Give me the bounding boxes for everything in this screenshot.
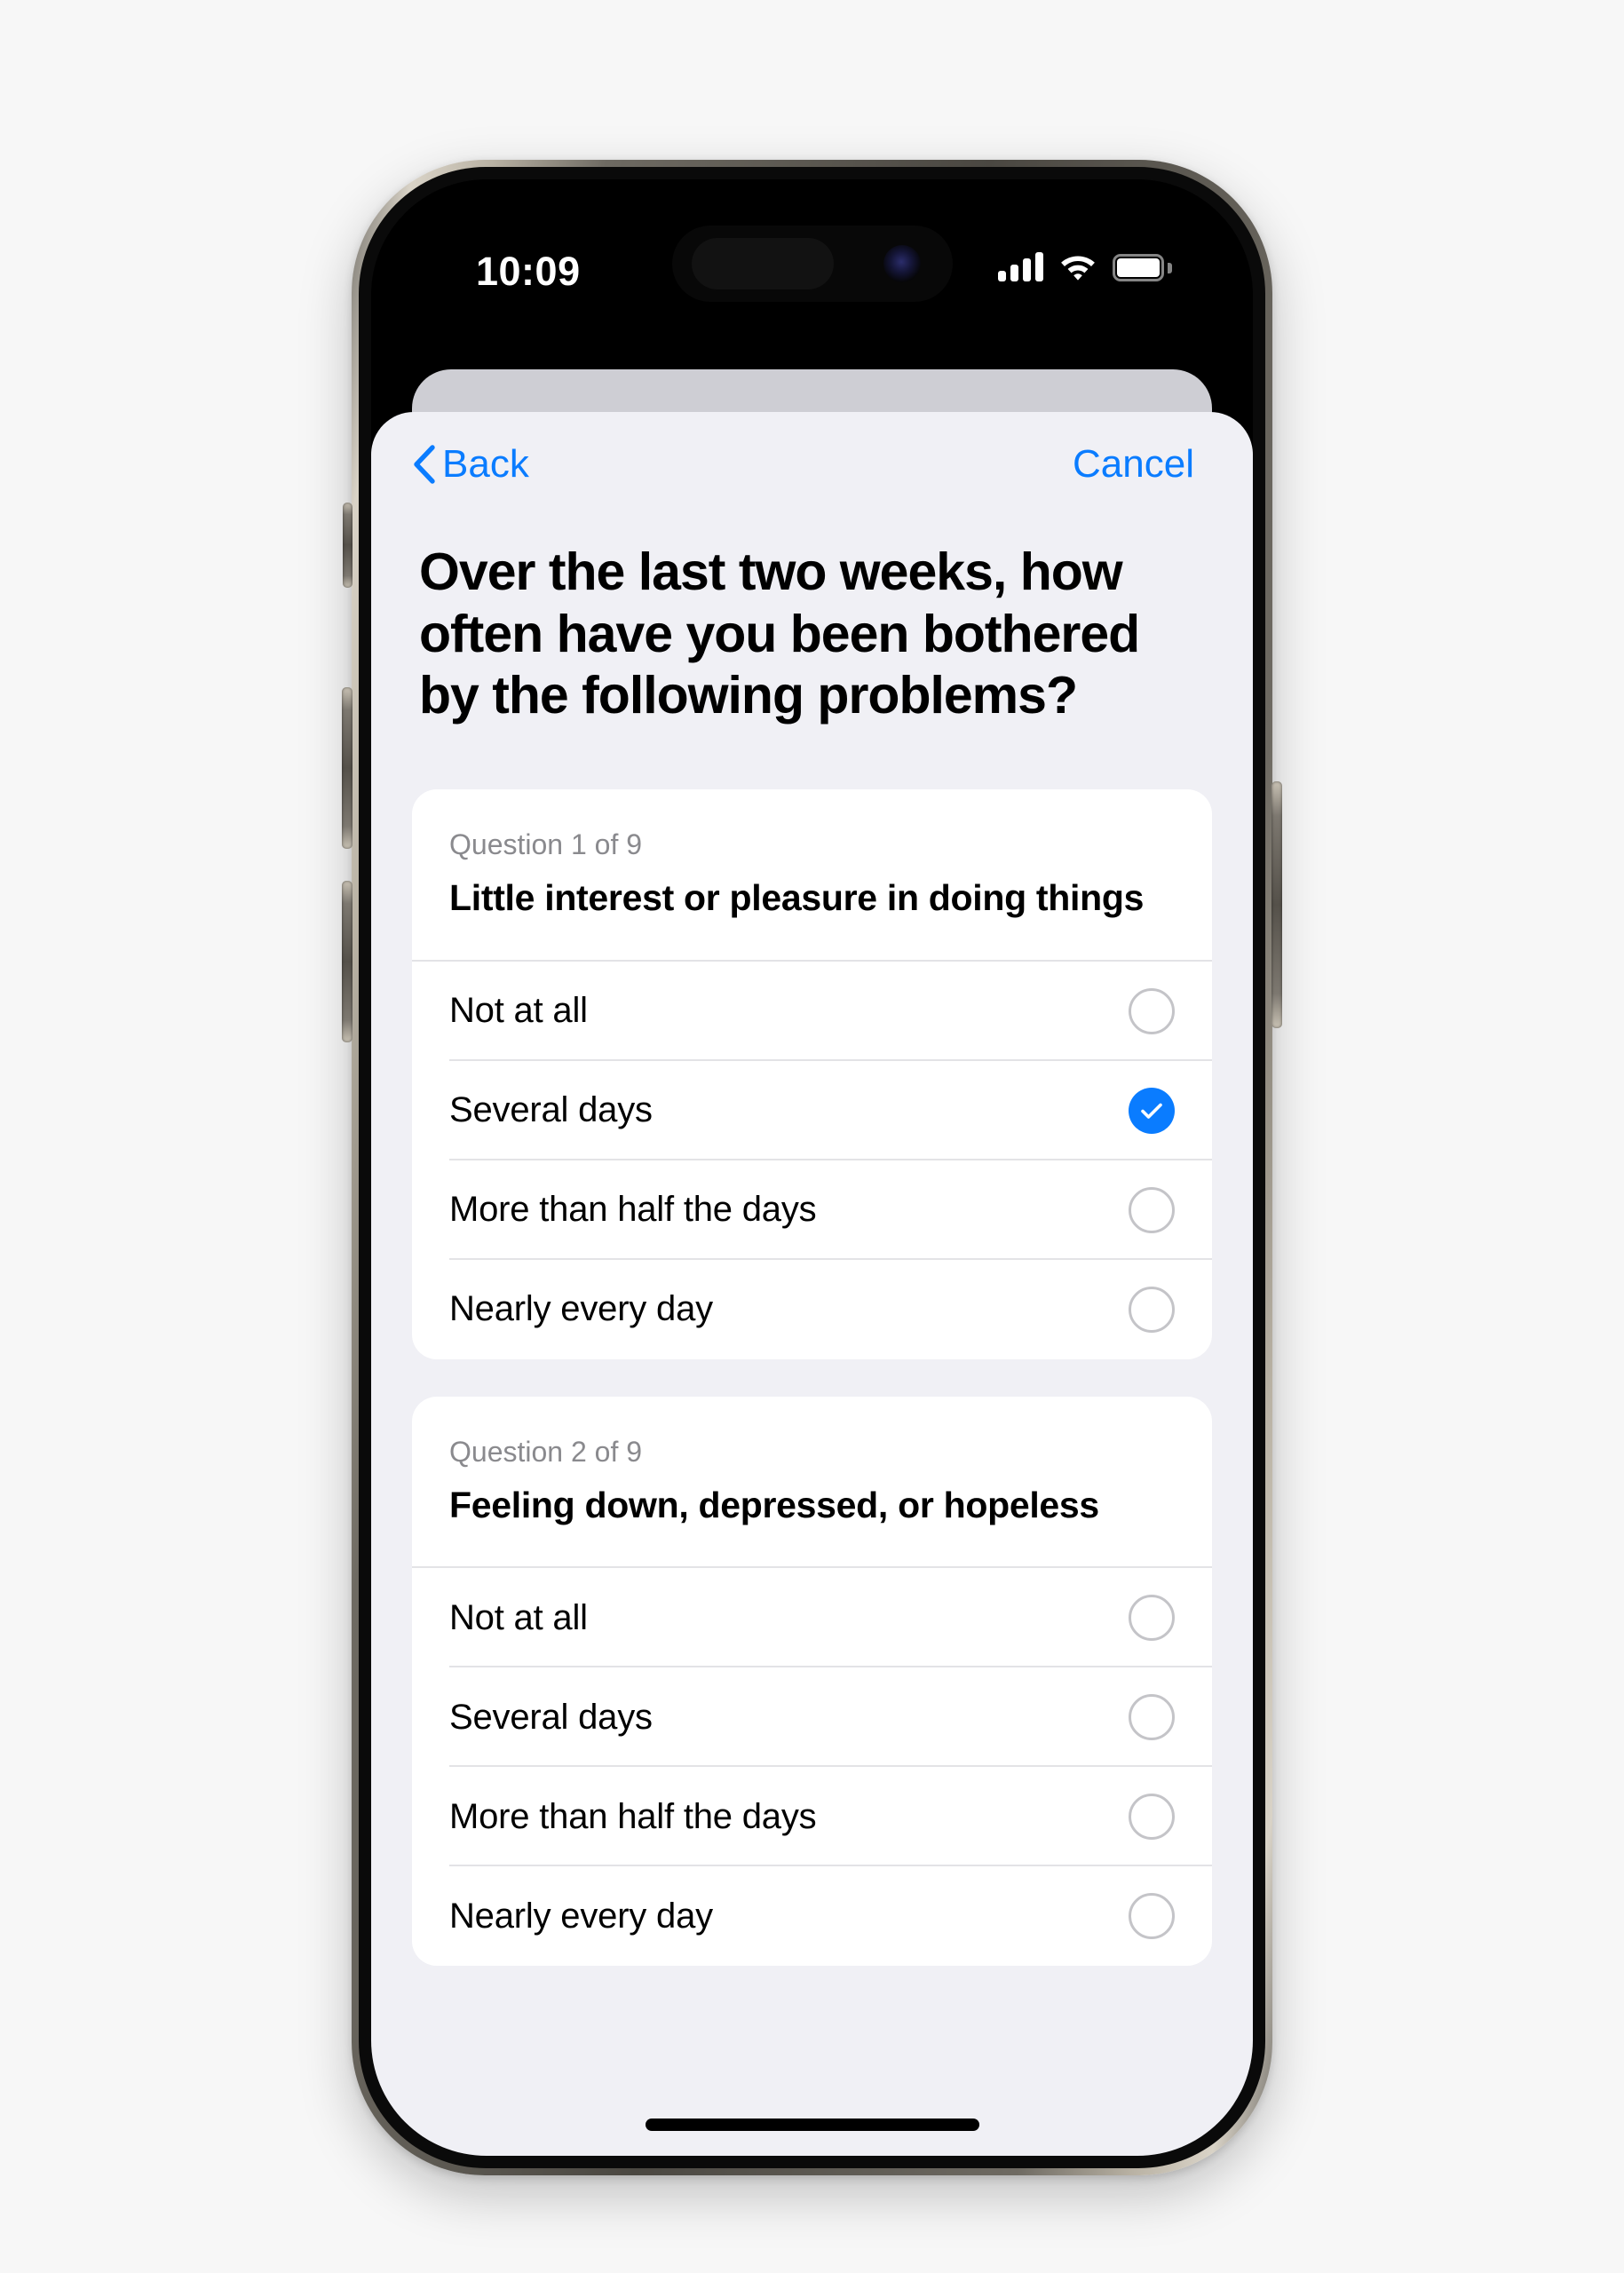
phone-bezel: 10:09 Back Cancel Over the last two week…	[359, 167, 1265, 2168]
radio-unchecked-icon[interactable]	[1129, 987, 1175, 1034]
volume-down-button[interactable]	[342, 881, 353, 1042]
questionnaire-sheet: Back Cancel Over the last two weeks, how…	[371, 412, 1253, 2156]
radio-checked-icon[interactable]	[1129, 1087, 1175, 1134]
answer-option-row[interactable]: Several days	[412, 1061, 1212, 1160]
answer-option-label: Nearly every day	[449, 1896, 713, 1936]
phone-screen: 10:09 Back Cancel Over the last two week…	[371, 179, 1253, 2156]
question-card: Question 2 of 9 Feeling down, depressed, …	[412, 1396, 1212, 1967]
radio-unchecked-icon[interactable]	[1129, 1893, 1175, 1940]
navigation-bar: Back Cancel	[371, 412, 1253, 517]
answer-option-row[interactable]: Nearly every day	[412, 1260, 1212, 1359]
question-counter: Question 2 of 9	[449, 1435, 643, 1468]
page-title: Over the last two weeks, how often have …	[419, 543, 1140, 725]
question-text: Little interest or pleasure in doing thi…	[449, 876, 1145, 918]
volume-up-button[interactable]	[342, 687, 353, 849]
answer-option-row[interactable]: More than half the days	[412, 1160, 1212, 1260]
answer-option-label: Several days	[449, 1697, 653, 1737]
question-header: Question 2 of 9 Feeling down, depressed, …	[412, 1397, 1212, 1567]
answer-option-label: More than half the days	[449, 1190, 817, 1230]
status-bar-indicators	[998, 252, 1172, 281]
iphone-device-frame: 10:09 Back Cancel Over the last two week…	[342, 160, 1282, 2175]
radio-unchecked-icon[interactable]	[1129, 1286, 1175, 1333]
answer-option-row[interactable]: More than half the days	[412, 1767, 1212, 1867]
question-header: Question 1 of 9 Little interest or pleasu…	[412, 789, 1212, 960]
radio-unchecked-icon[interactable]	[1129, 1595, 1175, 1642]
radio-unchecked-icon[interactable]	[1129, 1694, 1175, 1741]
front-camera-icon	[883, 245, 921, 282]
answer-option-label: Not at all	[449, 1597, 588, 1637]
dynamic-island	[671, 226, 953, 302]
cellular-signal-icon	[998, 252, 1043, 281]
answer-option-label: Not at all	[449, 991, 588, 1031]
chevron-left-icon	[414, 445, 435, 484]
answer-option-row[interactable]: Not at all	[412, 1568, 1212, 1668]
back-button[interactable]: Back	[412, 442, 529, 487]
answer-option-row[interactable]: Not at all	[412, 962, 1212, 1061]
battery-icon	[1113, 254, 1172, 281]
action-button[interactable]	[343, 503, 353, 588]
answer-option-label: More than half the days	[449, 1796, 817, 1836]
radio-unchecked-icon[interactable]	[1129, 1794, 1175, 1841]
answer-option-label: Nearly every day	[449, 1289, 713, 1329]
question-card: Question 1 of 9 Little interest or pleasu…	[412, 788, 1212, 1359]
answer-option-label: Several days	[449, 1090, 653, 1130]
home-indicator[interactable]	[645, 2119, 979, 2131]
status-bar: 10:09	[371, 179, 1253, 357]
question-list: Question 1 of 9 Little interest or pleasu…	[371, 788, 1253, 1967]
question-text: Feeling down, depressed, or hopeless	[449, 1484, 1099, 1525]
back-button-label: Back	[442, 442, 529, 486]
power-button[interactable]	[1271, 781, 1282, 1028]
answer-option-row[interactable]: Nearly every day	[412, 1866, 1212, 1966]
wifi-icon	[1061, 256, 1095, 281]
answer-option-row[interactable]: Several days	[412, 1667, 1212, 1768]
question-counter: Question 1 of 9	[449, 828, 643, 860]
cancel-button[interactable]: Cancel	[1073, 442, 1194, 487]
radio-unchecked-icon[interactable]	[1129, 1186, 1175, 1233]
status-bar-time: 10:09	[476, 249, 581, 294]
dynamic-island-pill	[691, 238, 834, 289]
